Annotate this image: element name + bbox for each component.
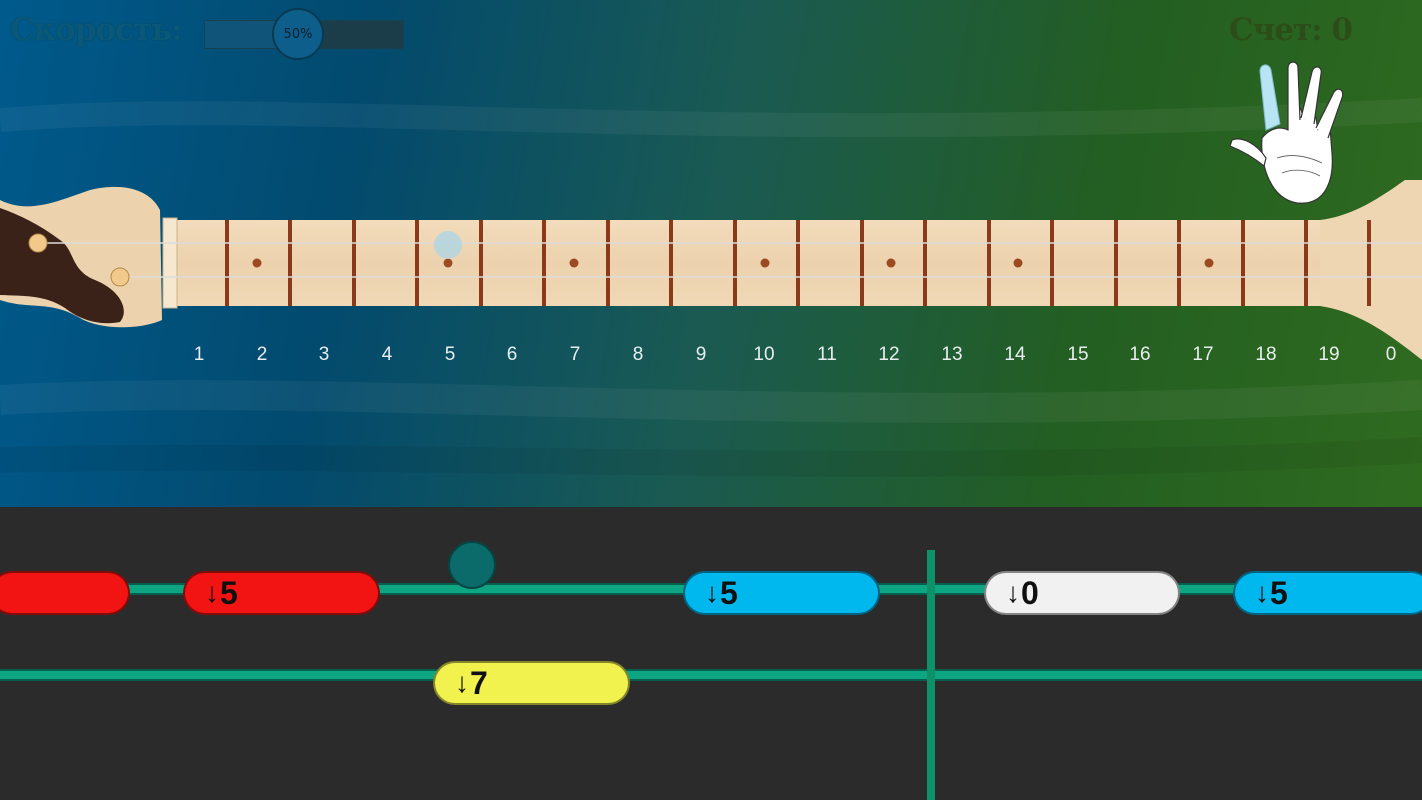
down-arrow-icon: ↓ <box>455 667 469 698</box>
fret-10 <box>796 220 800 306</box>
tuning-peg-1 <box>28 233 48 253</box>
fret-number: 19 <box>1318 344 1340 365</box>
fret-number: 5 <box>444 344 456 365</box>
fret-number: 9 <box>695 344 707 365</box>
fret-7 <box>606 220 610 306</box>
fret-dot <box>1013 258 1023 268</box>
fret-6 <box>542 220 546 306</box>
playhead-line <box>927 550 935 800</box>
fret-number: 16 <box>1129 344 1151 365</box>
lane-marker-ball <box>448 541 496 589</box>
note-block: ↓ 5 <box>683 571 880 615</box>
fret-number: 7 <box>569 344 581 365</box>
fret-number: 4 <box>381 344 393 365</box>
fret-15 <box>1114 220 1118 306</box>
note-block: ↓ 0 <box>984 571 1180 615</box>
fret-dot <box>252 258 262 268</box>
fret-number: 10 <box>753 344 775 365</box>
fret-dot <box>886 258 896 268</box>
note-fret-value: 5 <box>220 574 238 611</box>
fret-number: 13 <box>941 344 963 365</box>
note-lanes <box>0 507 1422 800</box>
note-fret-value: 5 <box>720 574 738 611</box>
fret-dot <box>569 258 579 268</box>
fret-5 <box>479 220 483 306</box>
fretboard <box>0 180 1422 360</box>
note-block: ↓ 5 <box>1233 571 1422 615</box>
tuning-peg-2 <box>110 267 130 287</box>
fret-number: 12 <box>878 344 900 365</box>
fret-number: 11 <box>817 344 837 365</box>
down-arrow-icon: ↓ <box>705 577 719 608</box>
fret-number: 1 <box>193 344 205 365</box>
fret-8 <box>669 220 673 306</box>
note-block: ↓ 7 <box>433 661 630 705</box>
fret-number: 0 <box>1385 344 1397 365</box>
fret-2 <box>288 220 292 306</box>
fret-11 <box>860 220 864 306</box>
score-label: Счет: <box>1228 12 1323 48</box>
down-arrow-icon: ↓ <box>1255 577 1269 608</box>
fret-3 <box>352 220 356 306</box>
note-fret-value: 5 <box>1270 574 1288 611</box>
fret-13 <box>987 220 991 306</box>
note-block <box>0 571 130 615</box>
fret-17 <box>1241 220 1245 306</box>
fret-19 <box>1367 220 1371 306</box>
fret-number: 15 <box>1067 344 1089 365</box>
lane-line-2 <box>0 669 1422 681</box>
finger-marker <box>434 231 462 259</box>
fret-16 <box>1177 220 1181 306</box>
note-block: ↓ 5 <box>183 571 380 615</box>
fretboard-area: Скорость: 50% Счет: 0 1 2 3 4 5 6 7 8 9 … <box>0 0 1422 507</box>
score-display: Счет: 0 <box>1228 12 1353 48</box>
fret-number: 2 <box>256 344 268 365</box>
fret-number: 17 <box>1192 344 1214 365</box>
fret-dot <box>443 258 453 268</box>
note-fret-value: 0 <box>1021 574 1039 611</box>
fret-14 <box>1050 220 1054 306</box>
down-arrow-icon: ↓ <box>205 577 219 608</box>
fret-18 <box>1304 220 1308 306</box>
fret-number: 18 <box>1255 344 1277 365</box>
speed-label: Скорость: <box>10 12 183 48</box>
fret-9 <box>733 220 737 306</box>
fret-number: 14 <box>1004 344 1026 365</box>
score-value: 0 <box>1331 12 1353 48</box>
note-fret-value: 7 <box>470 664 488 701</box>
fret-number: 3 <box>318 344 330 365</box>
fret-dot <box>760 258 770 268</box>
speed-slider-knob[interactable]: 50% <box>272 8 324 60</box>
fret-12 <box>923 220 927 306</box>
fret-number: 8 <box>632 344 644 365</box>
fret-dot <box>1204 258 1214 268</box>
fret-number: 6 <box>506 344 518 365</box>
speed-value: 50% <box>283 26 313 42</box>
down-arrow-icon: ↓ <box>1006 577 1020 608</box>
fret-1 <box>225 220 229 306</box>
fret-4 <box>415 220 419 306</box>
